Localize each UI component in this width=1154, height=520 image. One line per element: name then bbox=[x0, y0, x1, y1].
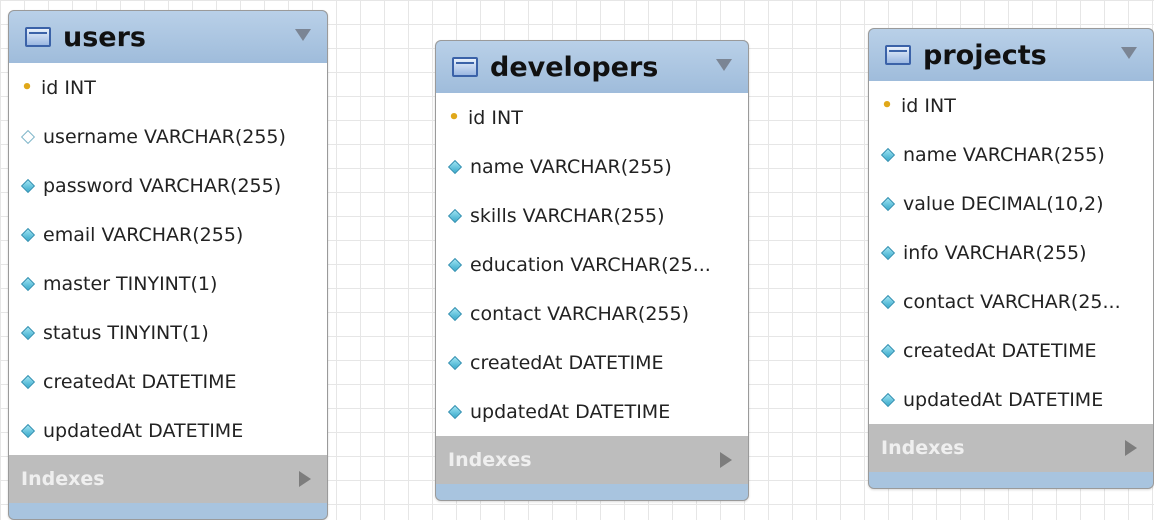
collapse-arrow-icon[interactable] bbox=[295, 29, 311, 41]
column-label: id INT bbox=[468, 106, 523, 129]
table-developers[interactable]: developers • id INT name VARCHAR(255) ski… bbox=[435, 40, 749, 501]
column-label: status TINYINT(1) bbox=[43, 321, 209, 344]
indexes-label: Indexes bbox=[21, 468, 105, 490]
not-null-column-icon bbox=[447, 306, 463, 321]
column-label: skills VARCHAR(255) bbox=[470, 204, 665, 227]
column-row[interactable]: name VARCHAR(255) bbox=[869, 130, 1153, 179]
expand-arrow-icon[interactable] bbox=[720, 452, 732, 468]
column-row[interactable]: username VARCHAR(255) bbox=[9, 112, 327, 161]
table-users[interactable]: users • id INT username VARCHAR(255) pass… bbox=[8, 10, 328, 520]
indexes-label: Indexes bbox=[881, 437, 965, 459]
column-row[interactable]: password VARCHAR(255) bbox=[9, 161, 327, 210]
table-icon bbox=[25, 27, 51, 47]
primary-key-icon: • bbox=[881, 95, 893, 116]
table-footer bbox=[869, 472, 1153, 488]
expand-arrow-icon[interactable] bbox=[1125, 440, 1137, 456]
not-null-column-icon bbox=[447, 159, 463, 174]
column-label: contact VARCHAR(255) bbox=[470, 302, 690, 325]
column-row[interactable]: • id INT bbox=[436, 93, 748, 142]
not-null-column-icon bbox=[447, 355, 463, 370]
primary-key-icon: • bbox=[448, 107, 460, 128]
column-row[interactable]: info VARCHAR(255) bbox=[869, 228, 1153, 277]
not-null-column-icon bbox=[20, 325, 36, 340]
not-null-column-icon bbox=[880, 392, 896, 407]
column-label: name VARCHAR(255) bbox=[903, 143, 1105, 166]
table-footer bbox=[436, 484, 748, 500]
column-row[interactable]: skills VARCHAR(255) bbox=[436, 191, 748, 240]
column-row[interactable]: updatedAt DATETIME bbox=[436, 387, 748, 436]
column-row[interactable]: createdAt DATETIME bbox=[869, 326, 1153, 375]
column-label: createdAt DATETIME bbox=[43, 370, 237, 393]
collapse-arrow-icon[interactable] bbox=[716, 59, 732, 71]
nullable-column-icon bbox=[20, 129, 36, 144]
indexes-label: Indexes bbox=[448, 449, 532, 471]
not-null-column-icon bbox=[20, 423, 36, 438]
table-icon bbox=[885, 45, 911, 65]
column-label: updatedAt DATETIME bbox=[43, 419, 244, 442]
column-row[interactable]: master TINYINT(1) bbox=[9, 259, 327, 308]
column-row[interactable]: updatedAt DATETIME bbox=[9, 406, 327, 455]
table-header[interactable]: developers bbox=[436, 41, 748, 93]
indexes-section[interactable]: Indexes bbox=[869, 424, 1153, 472]
column-row[interactable]: contact VARCHAR(255) bbox=[436, 289, 748, 338]
column-label: username VARCHAR(255) bbox=[43, 125, 286, 148]
not-null-column-icon bbox=[880, 294, 896, 309]
column-row[interactable]: contact VARCHAR(25... bbox=[869, 277, 1153, 326]
column-list: • id INT username VARCHAR(255) password V… bbox=[9, 63, 327, 455]
column-label: value DECIMAL(10,2) bbox=[903, 192, 1104, 215]
table-header[interactable]: projects bbox=[869, 29, 1153, 81]
column-label: name VARCHAR(255) bbox=[470, 155, 672, 178]
not-null-column-icon bbox=[880, 147, 896, 162]
not-null-column-icon bbox=[20, 227, 36, 242]
indexes-section[interactable]: Indexes bbox=[9, 455, 327, 503]
table-header[interactable]: users bbox=[9, 11, 327, 63]
column-row[interactable]: education VARCHAR(25... bbox=[436, 240, 748, 289]
table-footer bbox=[9, 503, 327, 519]
not-null-column-icon bbox=[20, 276, 36, 291]
column-label: education VARCHAR(25... bbox=[470, 253, 711, 276]
not-null-column-icon bbox=[20, 374, 36, 389]
not-null-column-icon bbox=[880, 245, 896, 260]
column-row[interactable]: createdAt DATETIME bbox=[436, 338, 748, 387]
column-row[interactable]: name VARCHAR(255) bbox=[436, 142, 748, 191]
column-label: master TINYINT(1) bbox=[43, 272, 218, 295]
column-list: • id INT name VARCHAR(255) skills VARCHAR… bbox=[436, 93, 748, 436]
column-row[interactable]: • id INT bbox=[869, 81, 1153, 130]
table-icon bbox=[452, 57, 478, 77]
table-title: users bbox=[63, 21, 146, 53]
column-label: id INT bbox=[41, 76, 96, 99]
column-list: • id INT name VARCHAR(255) value DECIMAL(… bbox=[869, 81, 1153, 424]
column-label: createdAt DATETIME bbox=[470, 351, 664, 374]
table-projects[interactable]: projects • id INT name VARCHAR(255) value… bbox=[868, 28, 1154, 489]
column-label: contact VARCHAR(25... bbox=[903, 290, 1121, 313]
not-null-column-icon bbox=[447, 257, 463, 272]
not-null-column-icon bbox=[880, 343, 896, 358]
column-label: id INT bbox=[901, 94, 956, 117]
column-label: createdAt DATETIME bbox=[903, 339, 1097, 362]
not-null-column-icon bbox=[20, 178, 36, 193]
column-row[interactable]: createdAt DATETIME bbox=[9, 357, 327, 406]
table-title: developers bbox=[490, 51, 659, 83]
column-label: updatedAt DATETIME bbox=[903, 388, 1104, 411]
table-title: projects bbox=[923, 39, 1047, 71]
column-label: password VARCHAR(255) bbox=[43, 174, 282, 197]
column-row[interactable]: email VARCHAR(255) bbox=[9, 210, 327, 259]
collapse-arrow-icon[interactable] bbox=[1121, 47, 1137, 59]
column-row[interactable]: value DECIMAL(10,2) bbox=[869, 179, 1153, 228]
indexes-section[interactable]: Indexes bbox=[436, 436, 748, 484]
column-row[interactable]: • id INT bbox=[9, 63, 327, 112]
column-label: updatedAt DATETIME bbox=[470, 400, 671, 423]
primary-key-icon: • bbox=[21, 77, 33, 98]
column-label: info VARCHAR(255) bbox=[903, 241, 1087, 264]
not-null-column-icon bbox=[447, 404, 463, 419]
column-row[interactable]: updatedAt DATETIME bbox=[869, 375, 1153, 424]
not-null-column-icon bbox=[880, 196, 896, 211]
expand-arrow-icon[interactable] bbox=[299, 471, 311, 487]
column-label: email VARCHAR(255) bbox=[43, 223, 244, 246]
not-null-column-icon bbox=[447, 208, 463, 223]
column-row[interactable]: status TINYINT(1) bbox=[9, 308, 327, 357]
